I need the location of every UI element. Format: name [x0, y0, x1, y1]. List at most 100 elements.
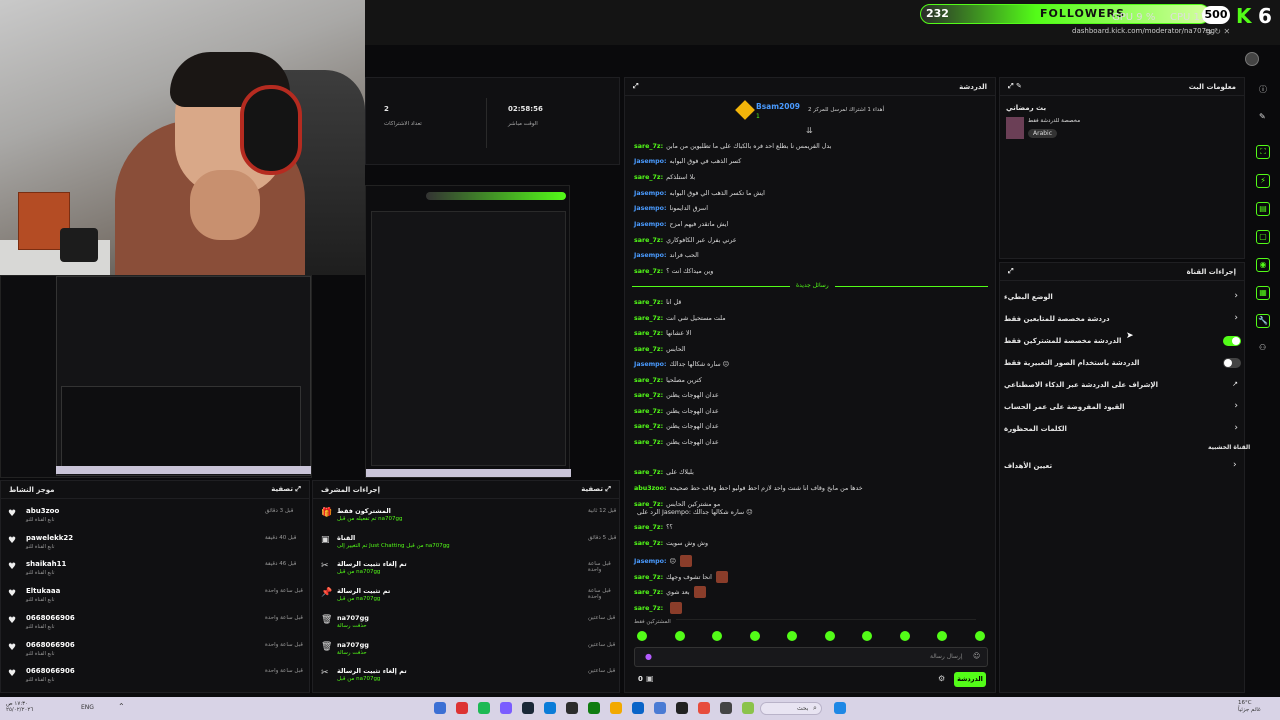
chat-username[interactable]: Jasempo: — [634, 558, 667, 565]
channel-action-label[interactable]: الكلمات المحظورة — [1004, 425, 1067, 433]
taskbar-app-icon[interactable] — [456, 702, 468, 714]
emote-icon[interactable] — [974, 631, 985, 641]
chat-username[interactable]: sare_7z: — [634, 605, 663, 612]
grid-icon[interactable]: ▦ — [1256, 286, 1270, 300]
chevron-right-icon[interactable]: › — [1234, 423, 1238, 433]
browser-controls-icon[interactable]: ⇆ ↻ ✕ — [1205, 27, 1230, 36]
external-link-icon[interactable]: ↗ — [1232, 380, 1238, 388]
channel-action-label[interactable]: دردشة مخصصة للمتابعين فقط — [1004, 315, 1110, 323]
chat-username[interactable]: sare_7z: — [634, 346, 663, 353]
activity-username[interactable]: Eltukaaa — [26, 587, 60, 595]
taskbar-app-icon[interactable] — [654, 702, 666, 714]
chat-username[interactable]: sare_7z: — [634, 268, 663, 275]
chat-username[interactable]: sare_7z: — [634, 501, 663, 508]
taskbar-app-icon[interactable] — [742, 702, 754, 714]
taskbar-app-icon[interactable] — [544, 702, 556, 714]
edit-icon[interactable]: ✎ — [1259, 112, 1266, 121]
chat-username[interactable]: Jasempo: — [634, 252, 667, 259]
emote-icon[interactable] — [824, 631, 835, 641]
taskbar-search[interactable]: بحث ⌕ — [760, 702, 822, 715]
mod-tool-icon[interactable]: ⛶ — [1256, 145, 1270, 159]
chat-expand-icon[interactable]: ⤢ — [633, 82, 639, 91]
pinned-user[interactable]: Bsam2009 — [756, 102, 800, 111]
taskbar-app-icon[interactable] — [676, 702, 688, 714]
chat-username[interactable]: sare_7z: — [634, 330, 663, 337]
scroll-down-icon[interactable]: ⇊ — [806, 126, 813, 135]
send-chat-button[interactable]: الدردشة — [954, 672, 986, 687]
chat-username[interactable]: Jasempo: — [634, 361, 667, 368]
microphone-icon[interactable]: ● — [645, 652, 652, 661]
activity-username[interactable]: 0668066906 — [26, 641, 75, 649]
chat-username[interactable]: Jasempo: — [634, 205, 667, 212]
chat-username[interactable]: Jasempo: — [634, 158, 667, 165]
chat-username[interactable]: sare_7z: — [634, 524, 663, 531]
emote-icon[interactable] — [712, 631, 722, 641]
expand-icon[interactable]: ⤢ — [605, 485, 611, 493]
tray-chevron-icon[interactable]: ⌃ — [118, 702, 125, 711]
chat-username[interactable]: sare_7z: — [634, 392, 663, 399]
emote-icon[interactable] — [937, 631, 947, 641]
chat-username[interactable]: sare_7z: — [634, 469, 663, 476]
taskbar-app-icon[interactable] — [500, 702, 512, 714]
chat-username[interactable]: sare_7z: — [634, 589, 663, 596]
chat-username[interactable]: sare_7z: — [634, 237, 663, 244]
chat-username[interactable]: sare_7z: — [634, 540, 663, 547]
activity-filter[interactable]: تصفية — [271, 485, 293, 493]
info-icon[interactable]: ⓘ — [1259, 84, 1267, 95]
chat-username[interactable]: sare_7z: — [634, 423, 663, 430]
gift-icon[interactable]: ▣ — [646, 674, 654, 683]
taskbar-clock[interactable]: ١٧:٣٠ ص ٢٥/٠٢/٢٠٢٦ — [6, 701, 33, 713]
chat-username[interactable]: sare_7z: — [634, 174, 663, 181]
chat-username[interactable]: sare_7z: — [634, 408, 663, 415]
toggle-switch[interactable] — [1223, 336, 1241, 346]
taskbar-app-icon[interactable] — [522, 702, 534, 714]
taskbar-app-icon[interactable] — [720, 702, 732, 714]
set-goals-label[interactable]: تعيين الأهداف — [1004, 462, 1052, 470]
taskbar-app-icon[interactable] — [610, 702, 622, 714]
chat-username[interactable]: Jasempo: — [634, 190, 667, 197]
weather-widget[interactable]: 16°C غائم جزئياً — [1238, 700, 1261, 714]
expand-icon[interactable]: ⤢ — [1008, 267, 1014, 276]
chat-username[interactable]: abu3zoo: — [634, 485, 666, 492]
taskbar-app-icon[interactable] — [632, 702, 644, 714]
channel-action-label[interactable]: الإشراف على الدردشة عبر الذكاء الاصطناعي — [1004, 381, 1158, 389]
bolt-icon[interactable]: ⚡ — [1256, 174, 1270, 188]
expand-icon[interactable]: ⤢ ✎ — [1008, 82, 1022, 91]
document-icon[interactable]: ▤ — [1256, 202, 1270, 216]
chat-input[interactable]: ● إرسال رسالة ☺ — [634, 647, 988, 667]
chat-username[interactable]: sare_7z: — [634, 574, 663, 581]
emote-icon[interactable] — [674, 631, 685, 641]
set-goals-chevron-icon[interactable]: › — [1233, 460, 1237, 470]
emote-icon[interactable] — [749, 631, 760, 641]
address-bar-url[interactable]: dashboard.kick.com/moderator/na707gg — [1072, 27, 1215, 35]
chat-username[interactable]: sare_7z: — [634, 143, 663, 150]
chat-bubble-icon[interactable]: ▢ — [1256, 230, 1270, 244]
users-icon[interactable]: ⚇ — [1259, 343, 1266, 352]
mod-filter[interactable]: تصفية — [581, 485, 603, 493]
taskbar-app-icon[interactable] — [478, 702, 490, 714]
channel-action-label[interactable]: القيود المفروضة على عمر الحساب — [1004, 403, 1125, 411]
user-avatar-icon[interactable] — [1245, 52, 1259, 66]
emote-icon[interactable] — [862, 631, 872, 641]
emoji-picker-icon[interactable]: ☺ — [973, 652, 980, 660]
broadcast-icon[interactable]: ◉ — [1256, 258, 1270, 272]
channel-action-label[interactable]: الوضع البطيء — [1004, 293, 1053, 301]
activity-username[interactable]: 0668066906 — [26, 667, 75, 675]
channel-action-label[interactable]: الدردشة مخصصة للمشتركين فقط — [1004, 337, 1121, 345]
chevron-right-icon[interactable]: › — [1234, 401, 1238, 411]
chevron-right-icon[interactable]: › — [1234, 313, 1238, 323]
chat-username[interactable]: sare_7z: — [634, 315, 663, 322]
taskbar-app-icon[interactable] — [566, 702, 578, 714]
activity-username[interactable]: pawelekk22 — [26, 534, 73, 542]
language-indicator[interactable]: ENG — [81, 704, 94, 711]
chat-username[interactable]: sare_7z: — [634, 299, 663, 306]
chat-username[interactable]: sare_7z: — [634, 439, 663, 446]
stream-category[interactable]: مخصصة للدردشة فقط — [1028, 118, 1080, 124]
activity-username[interactable]: abu3zoo — [26, 507, 59, 515]
taskbar-app-icon[interactable] — [698, 702, 710, 714]
taskbar-app-icon[interactable] — [434, 702, 446, 714]
activity-username[interactable]: shaikah11 — [26, 560, 66, 568]
expand-icon[interactable]: ⤢ — [295, 485, 301, 493]
start-icon[interactable] — [834, 702, 846, 714]
chevron-right-icon[interactable]: › — [1234, 291, 1238, 301]
